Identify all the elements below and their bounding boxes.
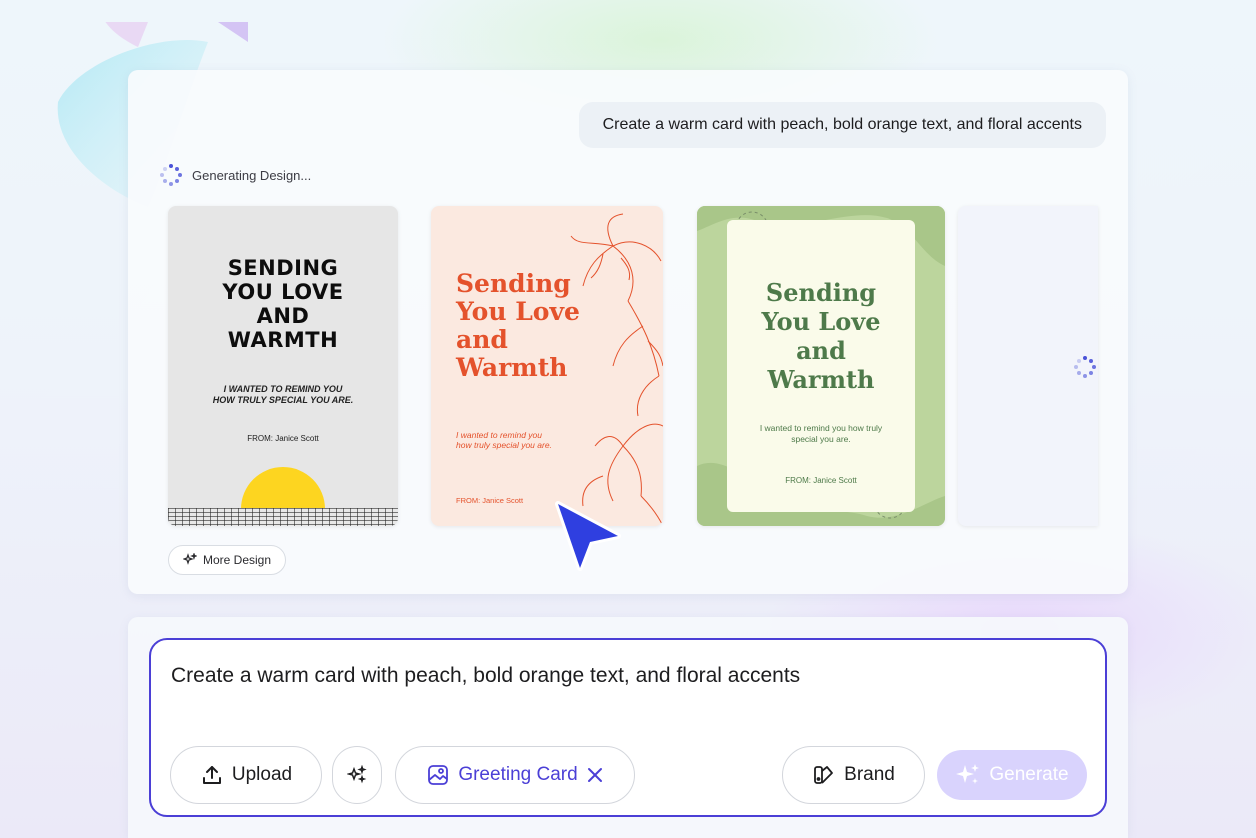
- brand-palette-icon: [814, 766, 834, 784]
- generate-button[interactable]: Generate: [937, 750, 1087, 800]
- brand-label: Brand: [844, 764, 895, 785]
- more-design-label: More Design: [203, 553, 272, 567]
- loading-spinner-icon: [160, 164, 182, 186]
- magic-wand-icon: [347, 765, 367, 784]
- design-card-loading: [958, 206, 1098, 526]
- grid-floor-graphic: [168, 508, 398, 526]
- greeting-card-label: Greeting Card: [458, 764, 578, 785]
- generating-status: Generating Design...: [160, 164, 311, 186]
- card-message: I wanted to remind you how truly special…: [759, 423, 883, 444]
- close-icon[interactable]: [586, 766, 604, 784]
- user-prompt-text: Create a warm card with peach, bold oran…: [602, 116, 1082, 133]
- card-signature: FROM: Janice Scott: [785, 476, 857, 485]
- prompt-input[interactable]: Create a warm card with peach, bold oran…: [171, 664, 800, 688]
- magic-enhance-button[interactable]: [332, 746, 382, 804]
- user-prompt-bubble: Create a warm card with peach, bold oran…: [578, 102, 1106, 148]
- composer-panel: Create a warm card with peach, bold oran…: [128, 617, 1128, 838]
- generate-label: Generate: [989, 764, 1069, 785]
- chat-panel: Create a warm card with peach, bold oran…: [128, 70, 1128, 594]
- upload-label: Upload: [231, 764, 293, 785]
- card-title: Sending You Love and Warmth: [761, 278, 881, 394]
- card-signature: FROM: Janice Scott: [456, 496, 524, 505]
- card-title: Sending You Love and Warmth: [456, 269, 580, 382]
- greeting-card-icon: [428, 765, 449, 785]
- greeting-card-tag[interactable]: Greeting Card: [395, 746, 635, 804]
- upload-button[interactable]: Upload: [170, 746, 322, 804]
- pointer-cursor-icon: [555, 501, 621, 571]
- more-design-button[interactable]: More Design: [168, 545, 287, 575]
- sparkle-icon: [183, 553, 197, 565]
- upload-icon: [202, 766, 221, 784]
- card-inner-panel: Sending You Love and Warmth I wanted to …: [727, 220, 915, 512]
- card-message: I WANTED TO REMIND YOU HOW TRULY SPECIAL…: [212, 384, 354, 405]
- design-results: SENDING YOU LOVE AND WARMTH I WANTED TO …: [168, 206, 1098, 528]
- sparkle-icon: [956, 764, 980, 784]
- prompt-composer[interactable]: Create a warm card with peach, bold oran…: [149, 638, 1107, 817]
- brand-button[interactable]: Brand: [782, 746, 925, 804]
- design-card-2[interactable]: Sending You Love and Warmth I wanted to …: [431, 206, 663, 526]
- card-message: I wanted to remind you how truly special…: [456, 430, 552, 450]
- loading-spinner-icon: [1074, 356, 1096, 378]
- generating-status-text: Generating Design...: [192, 167, 312, 183]
- card-signature: FROM: Janice Scott: [247, 434, 319, 443]
- card-title: SENDING YOU LOVE AND WARMTH: [222, 256, 344, 352]
- design-card-1[interactable]: SENDING YOU LOVE AND WARMTH I WANTED TO …: [168, 206, 398, 526]
- design-card-3[interactable]: Sending You Love and Warmth I wanted to …: [697, 206, 945, 526]
